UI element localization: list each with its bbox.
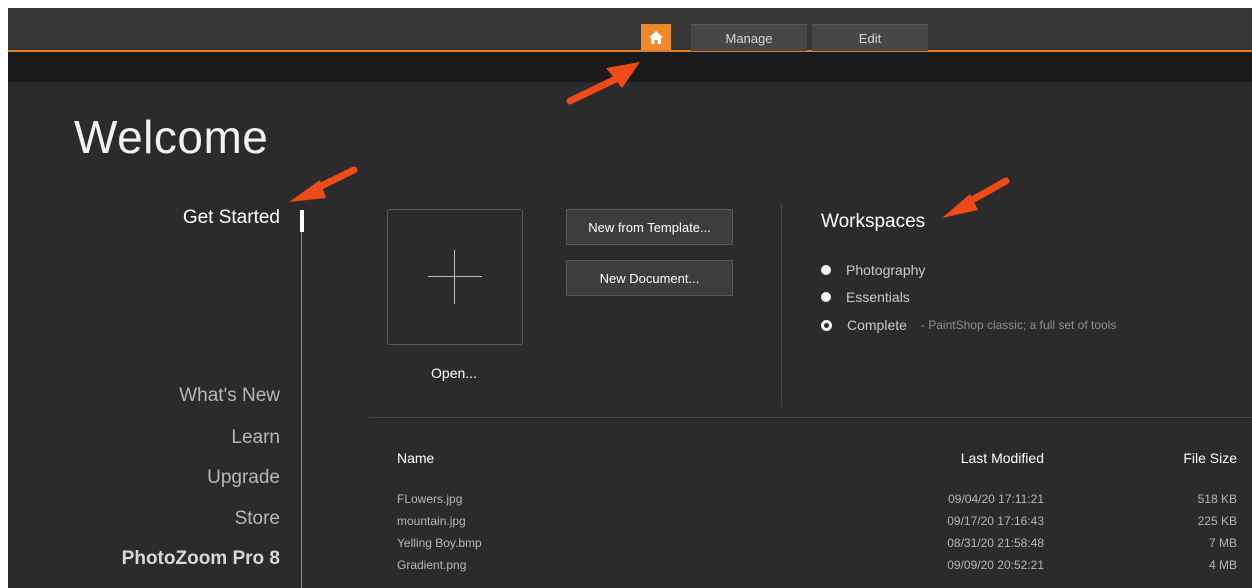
file-size: 7 MB (1208, 536, 1237, 550)
radio-button[interactable] (821, 265, 831, 275)
file-modified: 08/31/20 21:58:48 (947, 536, 1044, 550)
nav-item-get-started[interactable]: Get Started (183, 207, 280, 229)
nav-item-upgrade[interactable]: Upgrade (207, 467, 280, 489)
nav-item-learn[interactable]: Learn (231, 427, 280, 449)
workspace-option-photography[interactable]: Photography (821, 261, 925, 279)
nav-item-whats-new[interactable]: What's New (179, 385, 280, 407)
file-modified: 09/09/20 20:52:21 (947, 558, 1044, 572)
home-icon (649, 30, 663, 44)
file-name: FLowers.jpg (397, 492, 463, 506)
home-tab[interactable] (641, 24, 671, 50)
radio-button-selected[interactable] (821, 319, 832, 331)
tab-manage[interactable]: Manage (691, 24, 807, 51)
recent-file-row[interactable]: FLowers.jpg 09/04/20 17:11:21 518 KB (397, 489, 1237, 509)
section-divider (781, 204, 782, 407)
arrow-icon (289, 166, 358, 202)
file-size: 4 MB (1208, 558, 1237, 572)
workspace-label: Complete (847, 317, 907, 333)
file-name: mountain.jpg (397, 514, 466, 528)
new-document-button[interactable]: New Document... (566, 260, 733, 296)
open-button[interactable] (387, 209, 523, 345)
nav-divider (301, 218, 302, 588)
workspace-label: Photography (846, 262, 926, 278)
column-header-file-size[interactable]: File Size (1128, 450, 1237, 466)
column-header-last-modified[interactable]: Last Modified (908, 450, 1044, 466)
file-name: Gradient.png (397, 558, 467, 572)
workspace-option-complete[interactable]: Complete - PaintShop classic; a full set… (821, 316, 1116, 334)
page-title: Welcome (74, 111, 269, 163)
tab-edit[interactable]: Edit (812, 24, 928, 51)
recent-file-row[interactable]: Yelling Boy.bmp 08/31/20 21:58:48 7 MB (397, 533, 1237, 553)
workspace-label: Essentials (846, 289, 910, 305)
toolbar-band (8, 52, 1252, 82)
recent-file-row[interactable]: mountain.jpg 09/17/20 17:16:43 225 KB (397, 511, 1237, 531)
workspace-option-essentials[interactable]: Essentials (821, 288, 910, 306)
workspace-description: - PaintShop classic; a full set of tools (920, 318, 1117, 332)
nav-active-marker (300, 210, 304, 232)
nav-item-store[interactable]: Store (235, 508, 280, 530)
file-name: Yelling Boy.bmp (397, 536, 482, 550)
column-header-name[interactable]: Name (397, 450, 434, 466)
recent-files-divider (369, 417, 1252, 418)
top-tab-bar: Manage Edit (8, 8, 1252, 52)
file-size: 225 KB (1197, 514, 1237, 528)
file-modified: 09/17/20 17:16:43 (947, 514, 1044, 528)
new-from-template-button[interactable]: New from Template... (566, 209, 733, 245)
file-size: 518 KB (1197, 492, 1237, 506)
paintshop-welcome-window: Manage Edit Welcome Get Started What's N… (8, 8, 1252, 588)
file-modified: 09/04/20 17:11:21 (948, 492, 1044, 506)
arrow-icon (942, 177, 1010, 218)
nav-item-photozoom[interactable]: PhotoZoom Pro 8 (122, 548, 280, 570)
open-label[interactable]: Open... (387, 365, 521, 381)
radio-button[interactable] (821, 292, 831, 302)
workspaces-title: Workspaces (821, 211, 926, 232)
recent-file-row[interactable]: Gradient.png 09/09/20 20:52:21 4 MB (397, 555, 1237, 575)
